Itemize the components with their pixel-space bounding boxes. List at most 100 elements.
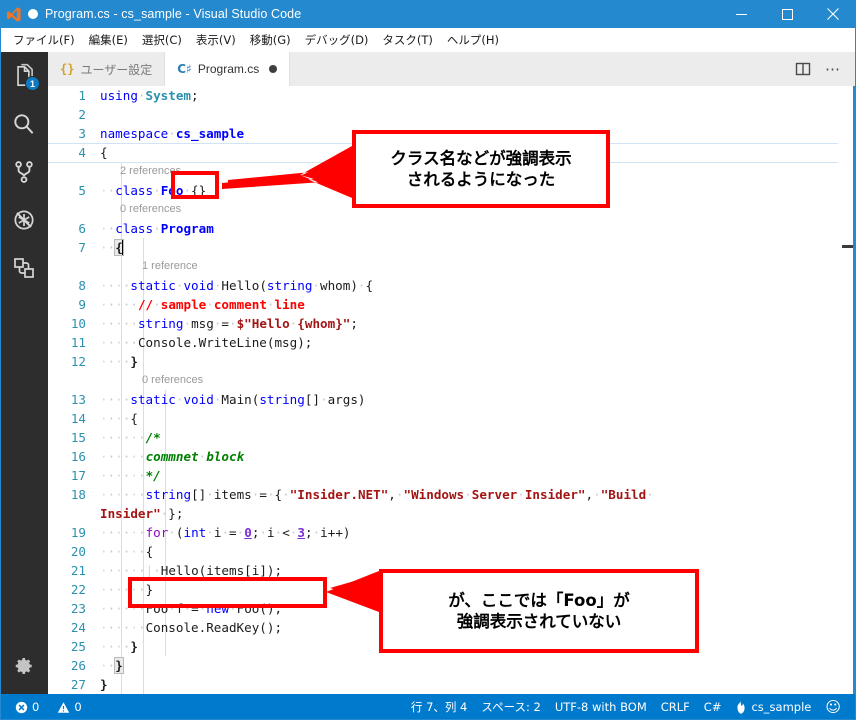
code-line[interactable]: [100, 105, 838, 124]
highlight-box-line23: [128, 577, 327, 608]
status-omnisharp-project[interactable]: cs_sample: [728, 694, 818, 720]
line-number: 12: [70, 354, 86, 369]
code-line[interactable]: ······for·(int·i·=·0;·i·<·3;·i++): [100, 523, 838, 542]
line-number: 10: [70, 316, 86, 331]
line-number: 21: [70, 563, 86, 578]
menu-selection[interactable]: 選択(C): [135, 29, 189, 51]
maximize-button[interactable]: [764, 0, 810, 28]
code-line[interactable]: ··{: [100, 238, 838, 257]
line-number: 24: [70, 620, 86, 635]
callout-no-highlight: が、ここでは「Foo」が 強調表示されていない: [379, 569, 699, 653]
menu-file[interactable]: ファイル(F): [6, 29, 82, 51]
line-number: 3: [78, 126, 86, 141]
status-errors[interactable]: 0: [8, 694, 46, 720]
code-line[interactable]: ······*/: [100, 466, 838, 485]
line-number: 14: [70, 411, 86, 426]
code-line[interactable]: }: [100, 675, 838, 694]
line-number: 8: [78, 278, 86, 293]
title-bar: Program.cs - cs_sample - Visual Studio C…: [0, 0, 856, 28]
unsaved-dot-icon: [269, 65, 278, 73]
status-feedback-smiley-icon[interactable]: ☺: [818, 694, 848, 720]
minimize-button[interactable]: [718, 0, 764, 28]
sidebar-item-explorer[interactable]: 1: [0, 52, 48, 100]
code-line[interactable]: ·····string·msg·=·$"Hello·{whom}";: [100, 314, 838, 333]
callout-line-2: 強調表示されていない: [456, 612, 622, 631]
code-line[interactable]: ·····//·sample·comment·line: [100, 295, 838, 314]
code-line[interactable]: ·····Console.WriteLine(msg);: [100, 333, 838, 352]
warning-triangle-icon: [57, 701, 70, 714]
line-number: 16: [70, 449, 86, 464]
menu-bar: ファイル(F) 編集(E) 選択(C) 表示(V) 移動(G) デバッグ(D) …: [0, 28, 856, 52]
codelens-references[interactable]: 0 references: [100, 371, 838, 390]
menu-tasks[interactable]: タスク(T): [375, 29, 440, 51]
codelens-spacer: [48, 162, 92, 181]
line-number: 19: [70, 525, 86, 540]
code-line[interactable]: ······{: [100, 542, 838, 561]
sidebar-item-search[interactable]: [0, 100, 48, 148]
line-number: 11: [70, 335, 86, 350]
highlight-box-foo: [171, 171, 219, 199]
csharp-icon: C♯: [177, 62, 192, 76]
menu-debug[interactable]: デバッグ(D): [298, 29, 376, 51]
status-encoding[interactable]: UTF-8 with BOM: [548, 694, 654, 720]
code-line[interactable]: using·System;: [100, 86, 838, 105]
error-circle-icon: [15, 701, 28, 714]
vscode-logo-icon: [0, 0, 26, 28]
callout-line-1: クラス名などが強調表示: [390, 148, 572, 168]
line-number: 1: [78, 88, 86, 103]
tab-program-cs[interactable]: C♯ Program.cs: [165, 52, 291, 86]
status-cursor-position[interactable]: 行 7、列 4: [404, 694, 474, 720]
code-line[interactable]: ······string[]·items·=·{·"Insider.NET",·…: [100, 485, 838, 523]
line-number: 2: [78, 107, 86, 122]
code-line[interactable]: ····{: [100, 409, 838, 428]
codelens-references[interactable]: 1 reference: [100, 257, 838, 276]
callout-line-1: が、ここでは「Foo」が: [448, 590, 630, 610]
line-number: 9: [78, 297, 86, 312]
menu-edit[interactable]: 編集(E): [82, 29, 135, 51]
line-number: 20: [70, 544, 86, 559]
code-line[interactable]: ··class·Program: [100, 219, 838, 238]
codelens-spacer: [48, 200, 92, 219]
code-line[interactable]: ····static·void·Hello(string·whom)·{: [100, 276, 838, 295]
status-warnings-count: 0: [74, 700, 82, 714]
status-eol[interactable]: CRLF: [654, 694, 697, 720]
split-editor-icon[interactable]: [790, 56, 816, 82]
code-line[interactable]: ····static·void·Main(string[]·args): [100, 390, 838, 409]
callout-line-2: されるようになった: [406, 170, 556, 189]
menu-go[interactable]: 移動(G): [243, 29, 298, 51]
vscode-window: Program.cs - cs_sample - Visual Studio C…: [0, 0, 856, 720]
status-indentation[interactable]: スペース: 2: [474, 694, 547, 720]
codelens-spacer: [48, 371, 92, 390]
callout-class-highlight: クラス名などが強調表示 されるようになった: [352, 130, 610, 208]
menu-help[interactable]: ヘルプ(H): [440, 29, 506, 51]
tab-label: ユーザー設定: [80, 62, 153, 77]
sidebar-item-extensions[interactable]: [0, 244, 48, 292]
status-bar: 0 0 行 7、列 4 スペース: 2 UTF-8 with BOM CRLF …: [0, 694, 856, 720]
line-number: 22: [70, 582, 86, 597]
code-line[interactable]: ····}: [100, 352, 838, 371]
menu-view[interactable]: 表示(V): [189, 29, 243, 51]
sidebar-item-source-control[interactable]: [0, 148, 48, 196]
status-warnings[interactable]: 0: [50, 694, 88, 720]
unsaved-dot-icon: [28, 9, 38, 19]
line-number: 13: [70, 392, 86, 407]
activity-bar: 1: [0, 52, 48, 694]
editor-tab-bar: {} ユーザー設定 C♯ Program.cs ⋯: [48, 52, 856, 86]
line-number: 18: [70, 487, 86, 502]
line-number: 4: [78, 145, 86, 160]
code-line[interactable]: ······commnet·block: [100, 447, 838, 466]
braces-icon: {}: [60, 62, 75, 76]
ellipsis-icon[interactable]: ⋯: [820, 56, 846, 82]
window-title: Program.cs - cs_sample - Visual Studio C…: [45, 7, 302, 21]
close-button[interactable]: [810, 0, 856, 28]
tab-user-settings[interactable]: {} ユーザー設定: [48, 52, 166, 86]
code-line[interactable]: ··}: [100, 656, 838, 675]
manage-settings-button[interactable]: [0, 642, 48, 690]
sidebar-item-debug[interactable]: [0, 196, 48, 244]
line-number-gutter: 1 2 3 4 5 6 7 8 9 10 11 12 13 14 15 16 1…: [48, 86, 92, 694]
status-language-mode[interactable]: C#: [697, 694, 729, 720]
code-line[interactable]: ······/*: [100, 428, 838, 447]
line-number: 26: [70, 658, 86, 673]
line-number: 7: [78, 240, 86, 255]
line-number: 5: [78, 183, 86, 198]
